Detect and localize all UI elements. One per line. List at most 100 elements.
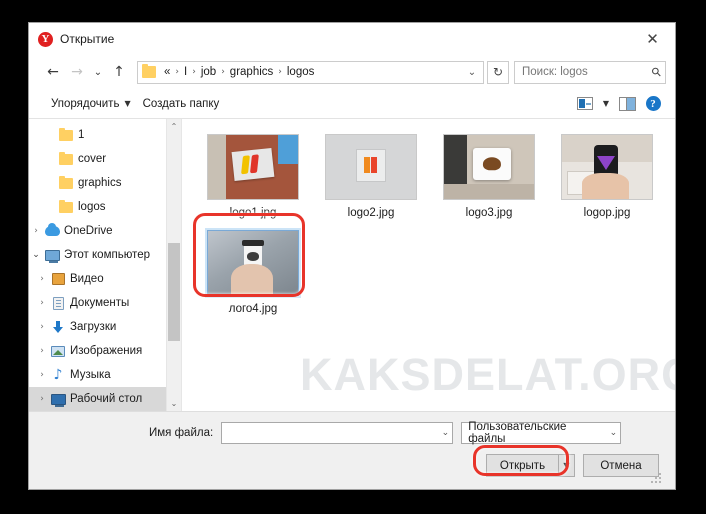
file-grid: logo1.jpg logo2.jpg logo3.jpg logop.jpg лого… [194, 129, 675, 321]
sidebar-item-label: Видео [70, 273, 104, 285]
scrollbar-thumb[interactable] [168, 243, 180, 341]
organize-button[interactable]: Упорядочить ▼ [45, 95, 137, 113]
sidebar-item-label: cover [78, 153, 107, 165]
sidebar-item-0[interactable]: 1 [29, 123, 181, 147]
folder-tree: 1 cover graphics logos › OneDrive ⌄ Этот компью… [29, 123, 181, 411]
address-bar[interactable]: « › I › job › graphics › logos ⌄ [137, 60, 484, 84]
refresh-icon[interactable]: ↻ [487, 60, 509, 84]
scroll-up-icon[interactable]: ⌃ [167, 119, 181, 134]
sidebar-item-3[interactable]: logos [29, 195, 181, 219]
sidebar-scrollbar[interactable]: ⌃ ⌄ [166, 119, 181, 411]
music-icon: ♪ [53, 366, 63, 383]
file-item[interactable]: лого4.jpg [194, 225, 312, 321]
view-layout-icon[interactable] [572, 93, 598, 115]
sidebar-item-label: Этот компьютер [64, 249, 150, 261]
new-folder-label: Создать папку [142, 97, 220, 110]
video-icon [49, 273, 67, 285]
chevron-right-icon[interactable]: › [35, 274, 49, 284]
view-caret-label: ▼ [602, 99, 610, 108]
sidebar-item-1[interactable]: cover [29, 147, 181, 171]
toolbar: Упорядочить ▼ Создать папку ▼ ? [29, 89, 675, 119]
breadcrumb-item-2[interactable]: graphics [227, 66, 276, 78]
new-folder-button[interactable]: Создать папку [137, 95, 226, 113]
chevron-right-icon[interactable]: › [35, 322, 49, 332]
sidebar-item-label: Музыка [70, 369, 111, 381]
search-input[interactable]: Поиск: logos [522, 66, 652, 78]
sidebar-item-label: Загрузки [70, 321, 117, 333]
file-name-label: logo3.jpg [465, 207, 513, 219]
cancel-button[interactable]: Отмена [583, 454, 659, 477]
preview-pane-icon[interactable] [614, 93, 640, 115]
sidebar-item-7[interactable]: › Документы [29, 291, 181, 315]
file-item[interactable]: logo3.jpg [430, 129, 548, 225]
chevron-right-icon[interactable]: › [35, 298, 49, 308]
breadcrumb-item-3[interactable]: logos [284, 66, 318, 78]
navigation-pane: 1 cover graphics logos › OneDrive ⌄ Этот компью… [29, 119, 181, 411]
breadcrumb-overflow[interactable]: « [161, 66, 173, 78]
chevron-right-icon[interactable]: › [35, 346, 49, 356]
sidebar-item-2[interactable]: graphics [29, 171, 181, 195]
dialog-footer: Имя файла: ⌄ Пользовательские файлы ⌄ От… [29, 411, 675, 489]
sidebar-item-label: logos [78, 201, 106, 213]
file-item[interactable]: logo2.jpg [312, 129, 430, 225]
close-icon[interactable]: ✕ [630, 23, 675, 54]
sidebar-item-11[interactable]: › Рабочий стол [29, 387, 181, 411]
documents-icon [49, 296, 67, 310]
sidebar-item-label: graphics [78, 177, 122, 189]
forward-icon[interactable]: → [65, 60, 89, 84]
chevron-down-icon[interactable]: ⌄ [436, 428, 450, 438]
breadcrumb-item-0[interactable]: I [181, 66, 190, 78]
view-chevron-down-icon[interactable]: ▼ [598, 93, 614, 115]
file-thumbnail-wrap [559, 132, 655, 202]
help-icon[interactable]: ? [640, 93, 666, 115]
chevron-right-icon[interactable]: › [35, 370, 49, 380]
desktop-icon [49, 393, 67, 407]
open-split-button[interactable]: Открыть ▼ [486, 454, 575, 477]
resize-grip[interactable] [651, 473, 661, 483]
folder-icon [57, 127, 75, 141]
file-thumbnail-wrap [205, 132, 301, 202]
folder-icon [57, 175, 75, 189]
navigation-bar: ← → ⌄ ↑ « › I › job › graphics › logos ⌄ [29, 55, 675, 89]
chevron-right-icon[interactable]: › [35, 394, 49, 404]
file-item[interactable]: logo1.jpg [194, 129, 312, 225]
sidebar-item-10[interactable]: › ♪ Музыка [29, 363, 181, 387]
button-row: Открыть ▼ Отмена [43, 454, 661, 483]
filename-label: Имя файла: [149, 427, 214, 439]
dialog-body: 1 cover graphics logos › OneDrive ⌄ Этот компью… [29, 119, 675, 411]
file-name-label: logo1.jpg [229, 207, 277, 219]
sidebar-item-5[interactable]: ⌄ Этот компьютер [29, 243, 181, 267]
file-type-filter[interactable]: Пользовательские файлы ⌄ [461, 421, 622, 445]
breadcrumb-separator: › [192, 67, 196, 77]
file-thumbnail [207, 230, 299, 296]
folder-icon [142, 64, 156, 78]
sidebar-item-8[interactable]: › Загрузки [29, 315, 181, 339]
file-item[interactable]: logop.jpg [548, 129, 666, 225]
search-box[interactable]: Поиск: logos ⚲ [514, 60, 666, 84]
sidebar-item-9[interactable]: › Изображения [29, 339, 181, 363]
organize-label: Упорядочить [51, 97, 120, 110]
filename-input[interactable]: ⌄ [221, 422, 454, 444]
recent-locations-icon[interactable]: ⌄ [89, 60, 107, 84]
sidebar-item-6[interactable]: › Видео [29, 267, 181, 291]
breadcrumb-separator: › [175, 67, 180, 77]
screen: Y Открытие ✕ ← → ⌄ ↑ « › I › job › graph… [0, 0, 706, 514]
breadcrumb-separator: › [221, 67, 225, 77]
chevron-down-icon[interactable]: ⌄ [604, 428, 618, 438]
sidebar-item-4[interactable]: › OneDrive [29, 219, 181, 243]
back-icon[interactable]: ← [41, 60, 65, 84]
chevron-right-icon[interactable]: › [29, 226, 43, 236]
up-icon[interactable]: ↑ [107, 60, 131, 84]
open-dropdown-icon[interactable]: ▼ [558, 454, 575, 477]
pictures-icon [49, 345, 67, 357]
scroll-down-icon[interactable]: ⌄ [167, 396, 181, 411]
chevron-down-icon[interactable]: ⌄ [463, 67, 481, 78]
folder-icon [57, 151, 75, 165]
file-list-pane[interactable]: logo1.jpg logo2.jpg logo3.jpg logop.jpg лого… [181, 119, 675, 411]
downloads-icon [49, 320, 67, 334]
chevron-down-icon[interactable]: ⌄ [29, 250, 43, 260]
breadcrumb-item-1[interactable]: job [198, 66, 219, 78]
open-file-dialog: Y Открытие ✕ ← → ⌄ ↑ « › I › job › graph… [28, 22, 676, 490]
file-thumbnail-wrap [441, 132, 537, 202]
open-button[interactable]: Открыть [486, 454, 558, 477]
